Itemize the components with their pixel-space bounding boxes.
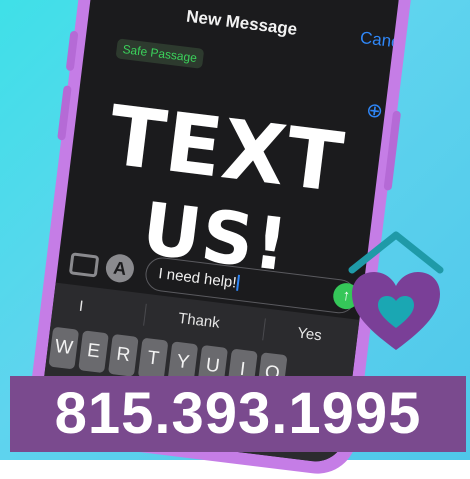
suggestion-divider: [262, 318, 266, 341]
message-text: I need help!: [158, 265, 241, 292]
text-caret: [236, 274, 241, 291]
suggestion-item[interactable]: Thank: [177, 310, 220, 332]
suggestion-divider: [143, 303, 147, 326]
recipient-chip[interactable]: Safe Passage: [115, 38, 205, 69]
suggestion-item[interactable]: Yes: [296, 324, 322, 344]
key[interactable]: E: [78, 330, 109, 374]
key[interactable]: R: [108, 333, 139, 377]
phone-number-banner: 815.393.1995: [10, 376, 466, 452]
key[interactable]: W: [48, 326, 80, 370]
phone-number[interactable]: 815.393.1995: [10, 380, 466, 447]
roof-icon: [348, 231, 444, 274]
house-heart-logo: [348, 231, 444, 350]
suggestion-item[interactable]: I: [78, 298, 84, 315]
camera-icon[interactable]: [68, 252, 100, 278]
key[interactable]: T: [137, 337, 169, 381]
